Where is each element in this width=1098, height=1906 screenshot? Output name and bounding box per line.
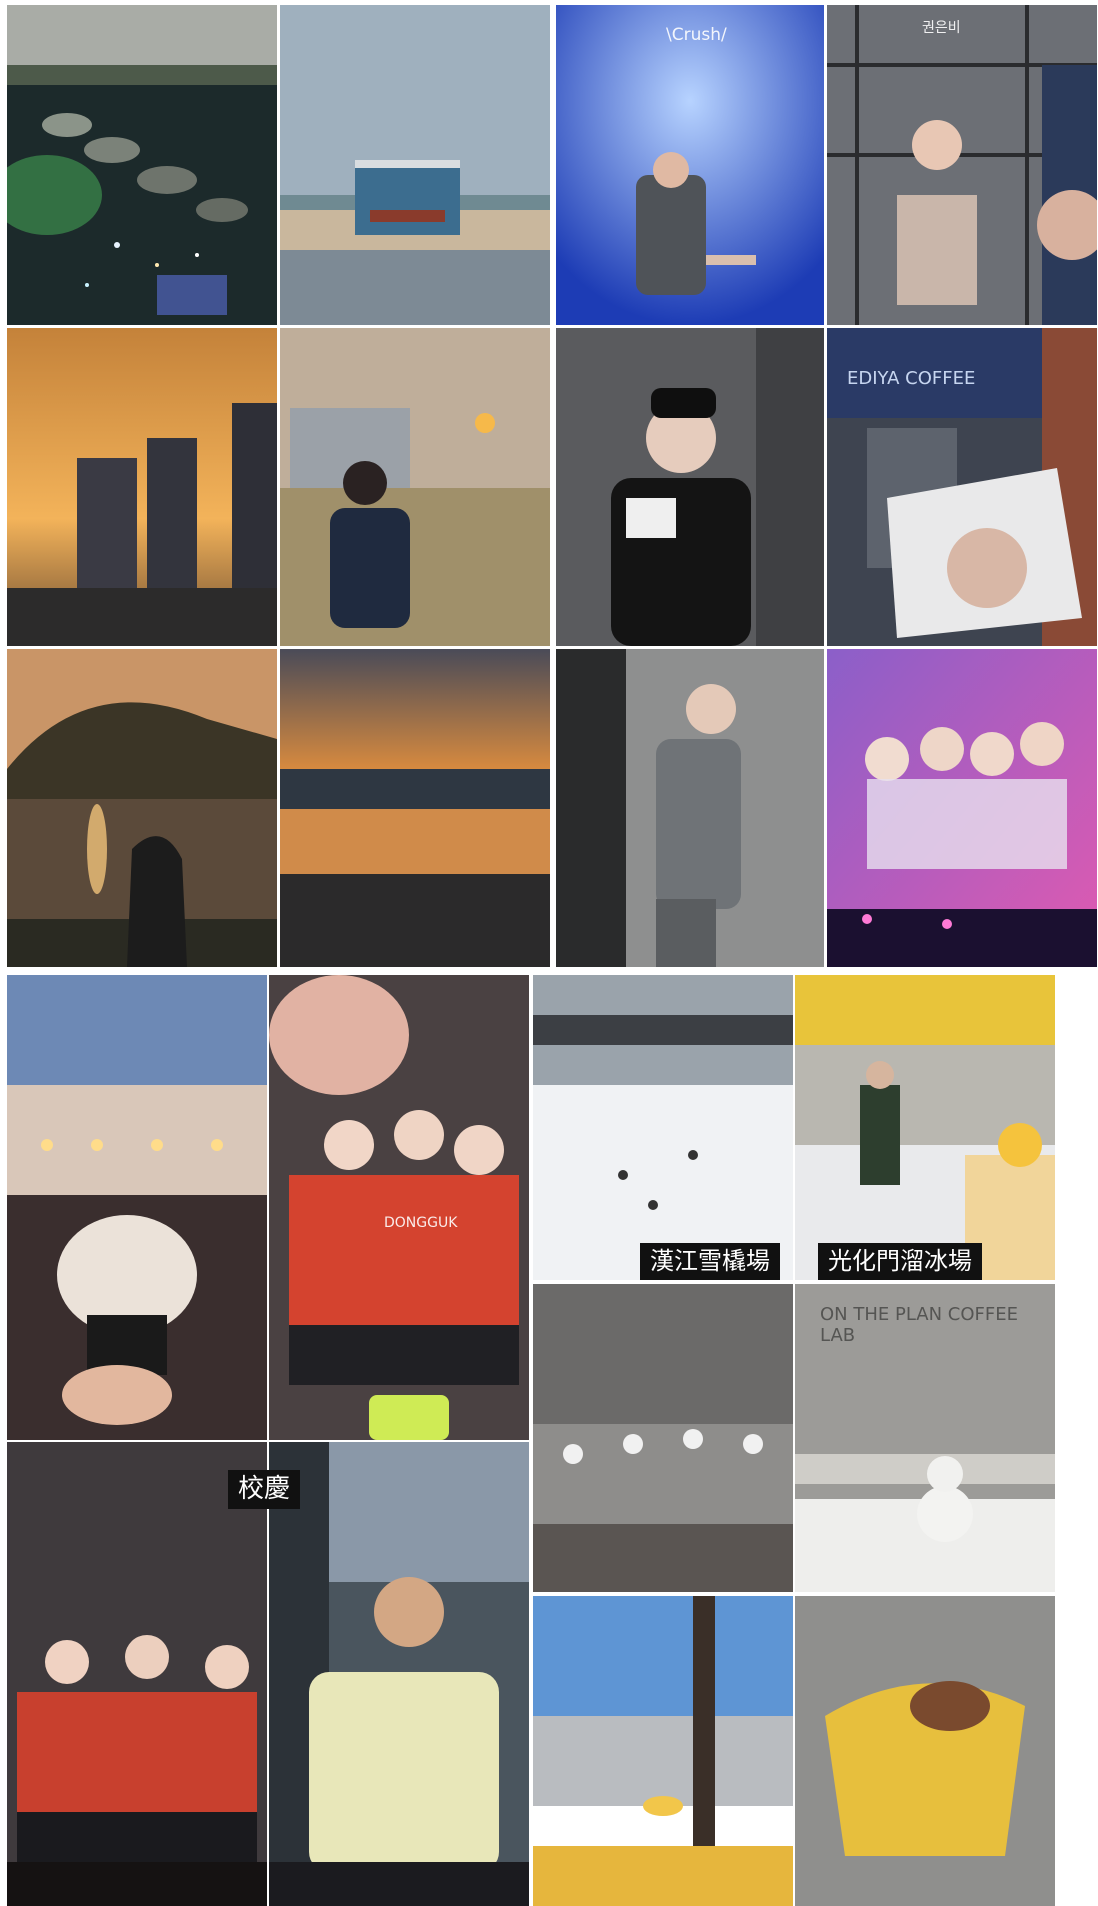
- gwanghwamun-ice-caption: 光化門溜冰場: [818, 1243, 982, 1280]
- hangang-sled-caption: 漢江雪橇場: [640, 1243, 780, 1280]
- handle-caption: 권은비: [922, 20, 961, 36]
- photo-river-sunset-crowd: [280, 649, 550, 967]
- photo-river-sunset-girl: [280, 328, 550, 646]
- photo-concert-screen-group: [827, 649, 1097, 967]
- photo-beach-bus-stop: [280, 5, 550, 325]
- photo-festival-elephant-plush: [7, 975, 267, 1440]
- photo-campus-ginkgo-tree: [533, 1596, 793, 1906]
- photo-ginkgo-leaves-heart: [795, 1596, 1055, 1906]
- jersey-text: DONGGUK: [384, 1215, 458, 1231]
- photo-coffee-lab-snowman: ON THE PLAN COFFEE LAB: [795, 1284, 1055, 1592]
- photo-male-singer-stage: [269, 1442, 529, 1906]
- photo-idol-sunglasses: [556, 649, 824, 967]
- photo-idol-group-dongguk-jersey: DONGGUK: [269, 975, 529, 1440]
- photo-idol-bomber-jacket: [556, 328, 824, 646]
- concert-caption: \Crush/: [666, 25, 727, 45]
- photo-gwanghwamun-ice-rink: [795, 975, 1055, 1280]
- photo-sunset-apartments: [7, 328, 277, 646]
- photo-tiny-snowmen: [533, 1284, 793, 1592]
- photo-lake-sunset-silhouette: [7, 649, 277, 967]
- coffee-lab-text: ON THE PLAN COFFEE LAB: [820, 1304, 1018, 1346]
- festival-caption: 校慶: [228, 1470, 301, 1510]
- ediya-sign: EDIYA COFFEE: [847, 368, 976, 389]
- photo-idol-stage-checked-outfit: 권은비: [827, 5, 1097, 325]
- photo-stream-stones-night: [7, 5, 277, 325]
- photo-hangang-sled-park: [533, 975, 793, 1280]
- photo-crush-concert: \Crush/: [556, 5, 824, 325]
- photo-idol-stage-performance: [7, 1442, 267, 1906]
- photo-ediya-cafe-poster: EDIYA COFFEE: [827, 328, 1097, 646]
